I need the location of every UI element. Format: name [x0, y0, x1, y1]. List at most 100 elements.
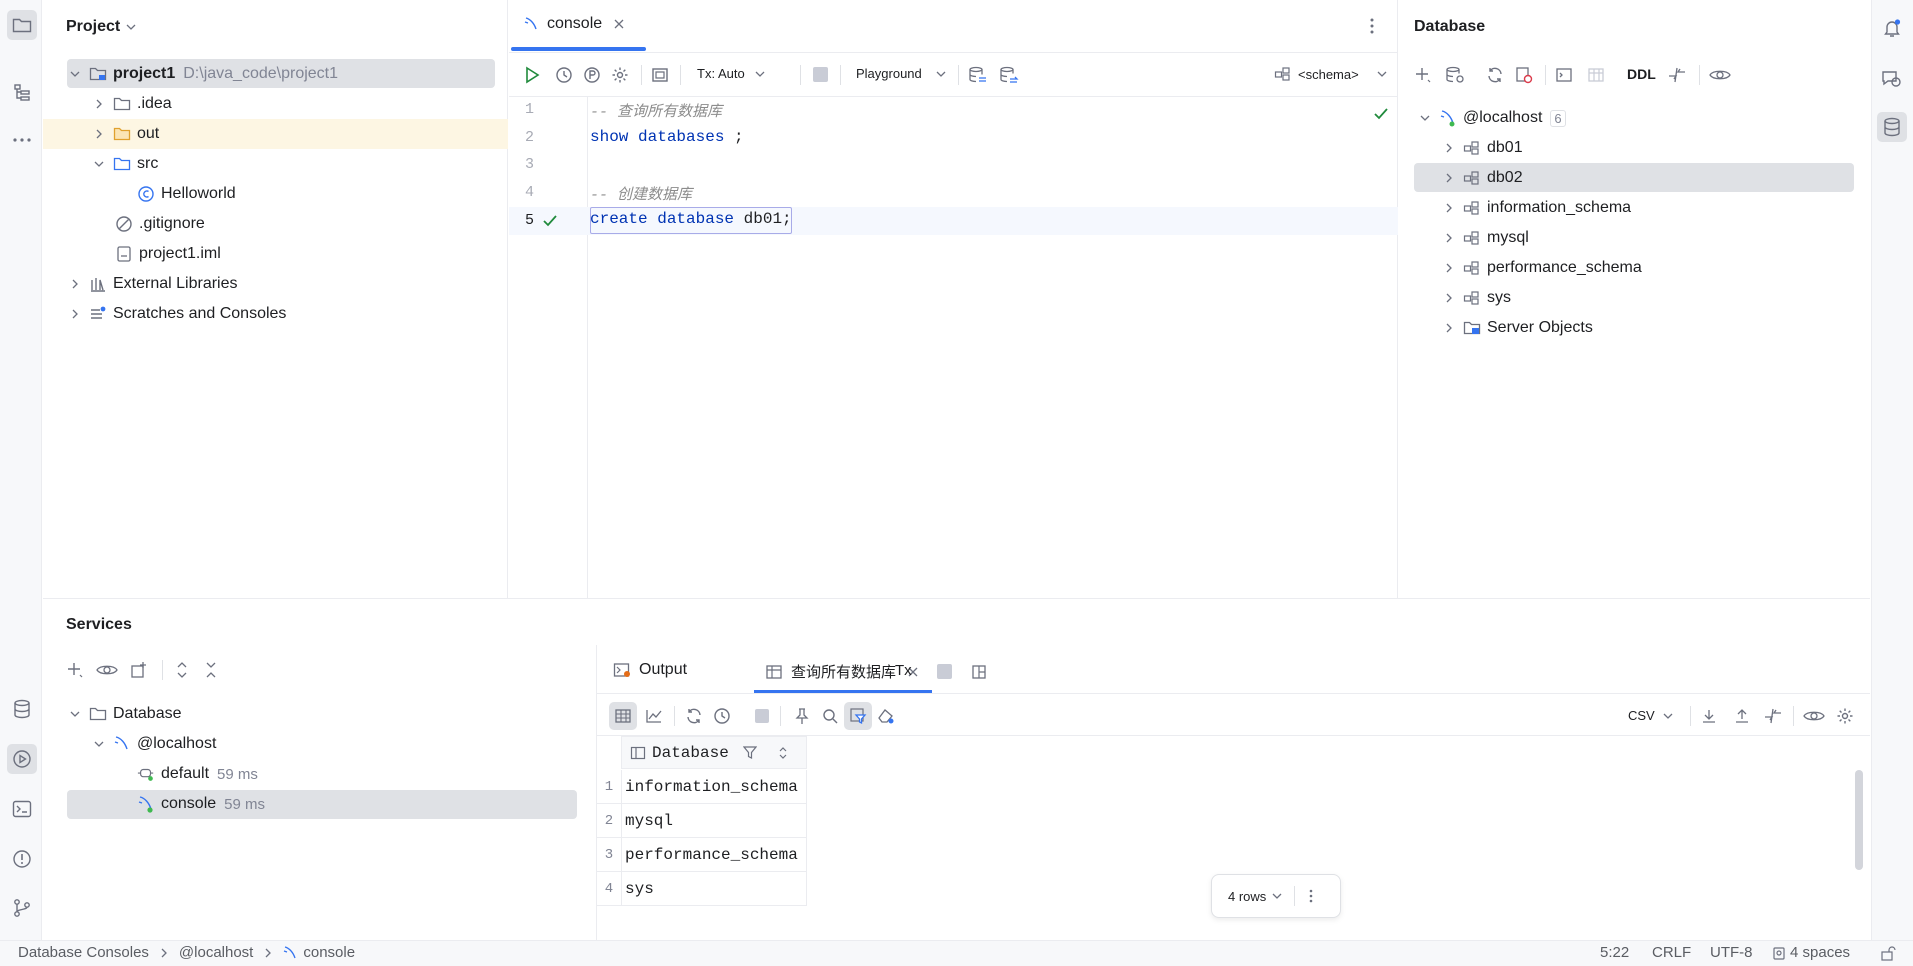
tree-item-src[interactable]: src — [91, 149, 158, 179]
rows-count-dropdown[interactable]: 4 rows — [1228, 889, 1282, 904]
tabs-more-button[interactable] — [1370, 17, 1374, 35]
history-button[interactable] — [550, 61, 578, 89]
history-result-button[interactable] — [708, 702, 736, 730]
layout-toggle-button[interactable] — [965, 658, 993, 686]
tree-item-scratches[interactable]: Scratches and Consoles — [67, 299, 286, 329]
in-editor-results-button[interactable] — [646, 61, 674, 89]
vertical-scrollbar[interactable] — [1855, 770, 1863, 870]
add-service-button[interactable] — [61, 656, 89, 684]
playground-dropdown[interactable]: Playground — [856, 66, 946, 81]
db-tree-item-information-schema[interactable]: information_schema — [1441, 193, 1631, 223]
filter-button[interactable] — [844, 702, 872, 730]
table-editor-button[interactable] — [1582, 61, 1610, 89]
pin-tab-button[interactable] — [788, 702, 816, 730]
services-tool-button[interactable] — [7, 744, 37, 774]
indent-setting[interactable]: 4 spaces — [1772, 944, 1850, 961]
tree-item-project1[interactable]: project1 D:\java_code\project1 — [67, 59, 338, 89]
database-tool-button[interactable] — [8, 695, 36, 723]
db-tree-item-sys[interactable]: sys — [1441, 283, 1511, 313]
service-tree-localhost[interactable]: @localhost — [91, 729, 216, 759]
result-tab-output[interactable]: Output — [613, 661, 687, 679]
file-encoding[interactable]: UTF-8 — [1710, 944, 1753, 961]
grid-header[interactable]: Database — [621, 736, 807, 769]
execute-button[interactable] — [518, 61, 546, 89]
breadcrumb-item[interactable]: @localhost — [179, 944, 253, 961]
readonly-toggle[interactable] — [1880, 946, 1896, 962]
tree-item-external-libraries[interactable]: External Libraries — [67, 269, 238, 299]
tree-item-helloworld[interactable]: Helloworld — [137, 179, 236, 209]
export-format-dropdown[interactable]: CSV — [1628, 708, 1673, 723]
db-tree-item-performance-schema[interactable]: performance_schema — [1441, 253, 1642, 283]
chart-view-button[interactable] — [640, 702, 668, 730]
line-separator[interactable]: CRLF — [1652, 944, 1691, 961]
search-button[interactable] — [816, 702, 844, 730]
tree-item-gitignore[interactable]: .gitignore — [115, 209, 205, 239]
disconnect-button[interactable] — [1510, 61, 1538, 89]
switch-schema-button[interactable] — [995, 61, 1023, 89]
cancel-query-button[interactable] — [755, 709, 769, 723]
cell-value[interactable]: information_schema — [625, 778, 798, 796]
git-tool-button[interactable] — [8, 894, 36, 922]
editor-tab-console[interactable]: console — [523, 15, 624, 33]
ai-chat-tool-button[interactable] — [1878, 65, 1906, 93]
compare-result-button[interactable] — [1759, 702, 1787, 730]
table-row[interactable]: 1 information_schema — [597, 770, 807, 804]
close-icon[interactable] — [614, 19, 624, 29]
ddl-button[interactable]: DDL — [1627, 66, 1656, 82]
terminal-tool-button[interactable] — [8, 795, 36, 823]
db-tree-item-db01[interactable]: db01 — [1441, 133, 1523, 163]
cell-value[interactable]: mysql — [625, 812, 673, 830]
breadcrumb-item[interactable]: Database Consoles — [18, 944, 149, 961]
result-settings-button[interactable] — [1831, 702, 1859, 730]
tree-item-project1-iml[interactable]: project1.iml — [115, 239, 221, 269]
more-vertical-icon[interactable] — [1309, 889, 1313, 903]
tx-tab[interactable]: Tx — [895, 662, 912, 679]
explain-plan-button[interactable] — [578, 61, 606, 89]
breadcrumb-item[interactable]: console — [303, 944, 355, 961]
new-button[interactable] — [1409, 61, 1437, 89]
structure-tool-button[interactable] — [8, 78, 36, 106]
import-button[interactable] — [1728, 702, 1756, 730]
tree-item-out[interactable]: out — [91, 119, 159, 149]
service-tree-console[interactable]: console 59 ms — [137, 789, 265, 819]
clear-button[interactable] — [872, 702, 900, 730]
refresh-button[interactable] — [1481, 61, 1509, 89]
compare-button[interactable] — [1663, 61, 1691, 89]
export-button[interactable] — [1695, 702, 1723, 730]
db-tree-item-db02[interactable]: db02 — [1441, 163, 1523, 193]
table-row[interactable]: 3 performance_schema — [597, 838, 807, 872]
reload-button[interactable] — [680, 702, 708, 730]
more-tools-button[interactable] — [8, 126, 36, 154]
filter-icon[interactable] — [742, 745, 757, 760]
inspection-ok-icon[interactable] — [1373, 107, 1389, 121]
settings-button[interactable] — [606, 61, 634, 89]
sort-icon[interactable] — [779, 746, 787, 759]
jump-to-console-button[interactable] — [1550, 61, 1578, 89]
stop-result-button[interactable] — [937, 664, 952, 679]
tree-item-idea[interactable]: .idea — [91, 89, 172, 119]
table-row[interactable]: 2 mysql — [597, 804, 807, 838]
problems-tool-button[interactable] — [8, 845, 36, 873]
db-tree-root-localhost[interactable]: @localhost 6 — [1417, 103, 1566, 133]
db-tree-item-mysql[interactable]: mysql — [1441, 223, 1529, 253]
data-source-button[interactable] — [964, 61, 992, 89]
cell-value[interactable]: performance_schema — [625, 846, 798, 864]
view-options-button[interactable] — [1706, 61, 1734, 89]
caret-position[interactable]: 5:22 — [1600, 944, 1629, 961]
code-line-5[interactable]: create database db01; — [590, 210, 792, 228]
view-options-result-button[interactable] — [1800, 702, 1828, 730]
database-panel-tool-button[interactable] — [1877, 112, 1907, 142]
cell-value[interactable]: sys — [625, 880, 654, 898]
new-tab-button[interactable] — [125, 656, 153, 684]
table-view-button[interactable] — [609, 702, 637, 730]
data-source-properties-button[interactable] — [1441, 61, 1469, 89]
stop-button[interactable] — [813, 67, 828, 82]
expand-all-button[interactable] — [168, 656, 196, 684]
schema-dropdown[interactable]: <schema> — [1274, 66, 1387, 82]
project-tool-button[interactable] — [7, 10, 37, 40]
service-tree-default[interactable]: default 59 ms — [137, 759, 258, 789]
service-tree-database[interactable]: Database — [67, 699, 182, 729]
view-mode-button[interactable] — [93, 656, 121, 684]
notifications-tool-button[interactable] — [1878, 14, 1906, 42]
collapse-all-button[interactable] — [197, 656, 225, 684]
